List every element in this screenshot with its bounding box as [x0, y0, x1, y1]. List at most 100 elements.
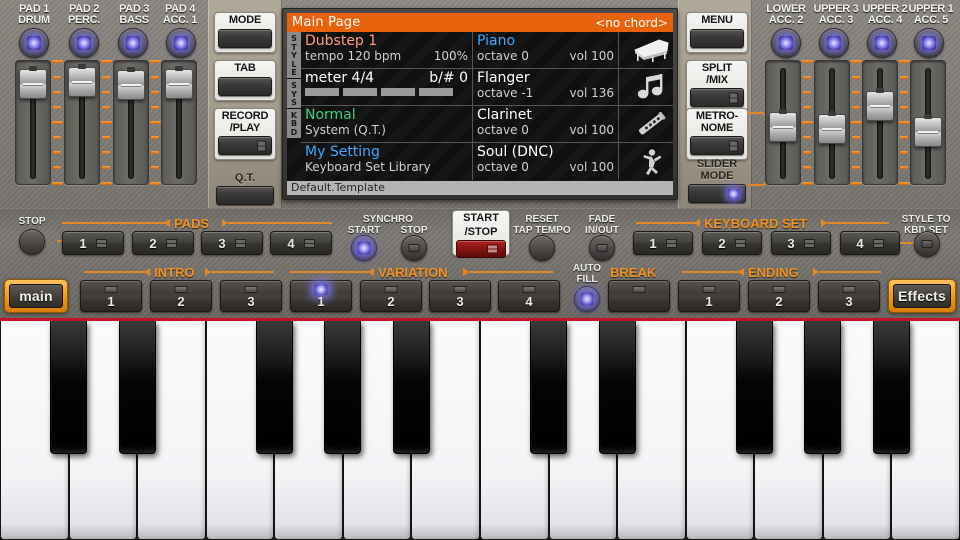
intro-button-3[interactable]: 3: [220, 280, 282, 312]
pad-button-1[interactable]: 1: [62, 231, 124, 255]
variation-button-4[interactable]: 4: [498, 280, 560, 312]
lower-sound-cell[interactable]: Soul (DNC) octave 0 vol 100: [473, 143, 619, 180]
upper3-sound-cell[interactable]: Clarinet octave 0 vol 100: [473, 106, 619, 143]
keyboard-set-button-1[interactable]: 1: [633, 231, 693, 255]
pad-channel-label-1: PAD 1 DRUM: [6, 4, 62, 26]
piano-black-key[interactable]: [873, 321, 910, 454]
upper1-sound-cell[interactable]: Piano octave 0 vol 100: [473, 32, 619, 69]
variation-button-2[interactable]: 2: [360, 280, 422, 312]
lcd-display[interactable]: Main Page <no chord> STYLE SYS KBD Dubst…: [287, 13, 673, 195]
lower-acc2-slider[interactable]: [765, 60, 801, 185]
right-led-button-1[interactable]: [771, 28, 801, 58]
qt-button[interactable]: Q.T.: [214, 172, 276, 205]
keyboard-set-button-3[interactable]: 3: [771, 231, 831, 255]
menu-button-face[interactable]: [690, 29, 744, 48]
slider-slot: [877, 68, 883, 179]
sys-tab[interactable]: SYS: [287, 79, 301, 109]
start-stop-button-face[interactable]: [456, 240, 506, 258]
variation-button-1[interactable]: 1: [290, 280, 352, 312]
pad-slider-3[interactable]: [113, 60, 149, 185]
ending-button-1[interactable]: 1: [678, 280, 740, 312]
upper2-acc4-slider[interactable]: [862, 60, 898, 185]
slider-tick: [852, 166, 860, 169]
tab-button-face[interactable]: [218, 77, 272, 96]
menu-button[interactable]: MENU: [686, 12, 748, 53]
piano-black-key[interactable]: [736, 321, 773, 454]
pad-slider-2[interactable]: [64, 60, 100, 185]
slider-mode-button[interactable]: SLIDER MODE: [686, 158, 748, 203]
synchro-stop-led-icon: [409, 244, 420, 252]
piano-black-key[interactable]: [50, 321, 87, 454]
stop-button[interactable]: [19, 229, 45, 255]
piano-black-key[interactable]: [804, 321, 841, 454]
piano-black-key[interactable]: [119, 321, 156, 454]
right-led-button-2[interactable]: [819, 28, 849, 58]
qt-button-face[interactable]: [216, 186, 274, 205]
break-button[interactable]: [608, 280, 670, 312]
ending-button-3[interactable]: 3: [818, 280, 880, 312]
intro-button-2[interactable]: 2: [150, 280, 212, 312]
keyboard-set-cell[interactable]: My Setting Keyboard Set Library: [301, 143, 473, 180]
kbd-tab[interactable]: KBD: [287, 109, 301, 138]
pad-button-2[interactable]: 2: [132, 231, 194, 255]
pad-led-button-3[interactable]: [118, 28, 148, 58]
slider-knob[interactable]: [866, 91, 894, 121]
pad-led-button-2[interactable]: [69, 28, 99, 58]
kbdset-button-number: 2: [718, 236, 725, 251]
pad-button-4[interactable]: 4: [270, 231, 332, 255]
piano-black-key[interactable]: [324, 321, 361, 454]
main-button[interactable]: main: [4, 279, 68, 313]
record-play-button[interactable]: RECORD /PLAY: [214, 108, 276, 160]
upper1-acc5-slider[interactable]: [910, 60, 946, 185]
slider-knob[interactable]: [165, 69, 193, 99]
slider-knob[interactable]: [68, 67, 96, 97]
pad-slider-1[interactable]: [15, 60, 51, 185]
metronome-button[interactable]: METRO- NOME: [686, 108, 748, 160]
tab-button[interactable]: TAB: [214, 60, 276, 101]
piano-black-key[interactable]: [393, 321, 430, 454]
slider-knob[interactable]: [769, 112, 797, 142]
style-name-cell[interactable]: Dubstep 1 tempo 120 bpm 100%: [301, 32, 473, 69]
slider-knob[interactable]: [914, 117, 942, 147]
synchro-stop-button[interactable]: [401, 235, 427, 261]
intro-button-1[interactable]: 1: [80, 280, 142, 312]
slider-knob[interactable]: [818, 114, 846, 144]
dancer-icon: [638, 148, 664, 176]
pad-button-3[interactable]: 3: [201, 231, 263, 255]
mode-button[interactable]: MODE: [214, 12, 276, 53]
sys-setting-cell[interactable]: Normal System (Q.T.): [301, 106, 473, 143]
effects-button[interactable]: Effects: [888, 279, 956, 313]
right-led-button-4[interactable]: [914, 28, 944, 58]
tap-tempo-button[interactable]: [529, 235, 555, 261]
slider-knob[interactable]: [117, 70, 145, 100]
meter-cell[interactable]: meter 4/4 b/# 0: [301, 69, 473, 106]
pad-slider-4[interactable]: [161, 60, 197, 185]
pad-led-button-4[interactable]: [166, 28, 196, 58]
start-stop-button[interactable]: START /STOP: [452, 210, 510, 256]
right-led-button-3[interactable]: [867, 28, 897, 58]
piano-black-key[interactable]: [530, 321, 567, 454]
piano-black-key[interactable]: [256, 321, 293, 454]
variation-group-title: VARIATION: [378, 265, 448, 280]
pad-led-button-1[interactable]: [19, 28, 49, 58]
slider-mode-button-face[interactable]: [688, 184, 746, 203]
upper2-sound-cell[interactable]: Flanger octave -1 vol 136: [473, 69, 619, 106]
metronome-button-face[interactable]: [690, 136, 744, 155]
piano-black-key[interactable]: [599, 321, 636, 454]
record-play-button-face[interactable]: [218, 136, 272, 155]
piano-keyboard[interactable]: [0, 318, 960, 540]
upper3-acc3-slider[interactable]: [814, 60, 850, 185]
fade-in-out-button[interactable]: [589, 235, 615, 261]
synchro-start-button[interactable]: [351, 235, 377, 261]
keyboard-set-button-2[interactable]: 2: [702, 231, 762, 255]
style-tab[interactable]: STYLE: [287, 32, 301, 79]
split-mix-button-face[interactable]: [690, 88, 744, 107]
variation-button-3[interactable]: 3: [429, 280, 491, 312]
style-to-kbd-set-button[interactable]: [914, 231, 940, 257]
slider-knob[interactable]: [19, 69, 47, 99]
keyboard-set-button-4[interactable]: 4: [840, 231, 900, 255]
split-mix-button[interactable]: SPLIT /MIX: [686, 60, 748, 112]
ending-button-2[interactable]: 2: [748, 280, 810, 312]
auto-fill-button[interactable]: [574, 286, 600, 312]
mode-button-face[interactable]: [218, 29, 272, 48]
